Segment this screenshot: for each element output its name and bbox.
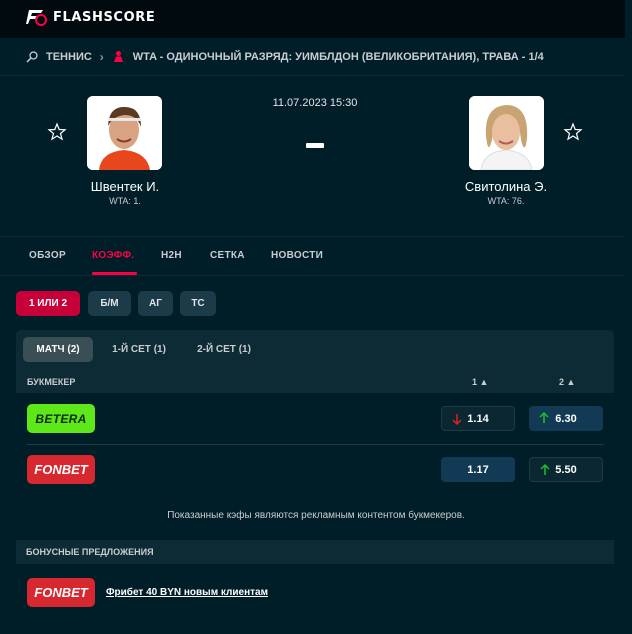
flashscore-logo[interactable]: FLASHSCORE bbox=[26, 8, 155, 26]
away-player-avatar[interactable] bbox=[469, 96, 544, 170]
odd-value: 6.30 bbox=[555, 412, 577, 425]
bonus-section-title: БОНУСНЫЕ ПРЕДЛОЖЕНИЯ bbox=[16, 540, 614, 564]
breadcrumb-sport[interactable]: ТЕННИС bbox=[46, 51, 92, 63]
period-tab-match[interactable]: МАТЧ (2) bbox=[23, 337, 93, 362]
logo-text: FLASHSCORE bbox=[53, 9, 156, 25]
header-col2[interactable]: 2 ▲ bbox=[559, 377, 575, 387]
header-bookmaker: БУКМЕКЕР bbox=[27, 377, 76, 387]
tab-draw[interactable]: СЕТКА bbox=[210, 250, 245, 261]
bet-type-1or2[interactable]: 1 ИЛИ 2 bbox=[16, 291, 80, 316]
favorite-star-icon-home[interactable] bbox=[47, 122, 67, 142]
odd-value: 1.14 bbox=[467, 412, 489, 425]
home-player-rank: WTA: 1. bbox=[109, 196, 141, 206]
match-datetime: 11.07.2023 15:30 bbox=[272, 97, 358, 109]
betera-logo[interactable]: BETERA bbox=[27, 404, 95, 433]
home-player-name[interactable]: Швентек И. bbox=[45, 179, 205, 194]
bet-type-over-under[interactable]: Б/М bbox=[88, 291, 131, 316]
score-dash bbox=[306, 143, 324, 148]
odds-row: FONBET 1.17 5.50 bbox=[27, 445, 604, 495]
tab-overview[interactable]: ОБЗОР bbox=[29, 250, 66, 261]
match-header: Швентек И. WTA: 1. 11.07.2023 15:30 Свит… bbox=[0, 76, 625, 236]
tab-h2h[interactable]: H2H bbox=[161, 250, 182, 261]
away-player-rank: WTA: 76. bbox=[487, 196, 525, 206]
favorite-star-icon-away[interactable] bbox=[563, 122, 583, 142]
odd-away[interactable]: 5.50 bbox=[529, 457, 603, 482]
home-player-avatar[interactable] bbox=[87, 96, 162, 170]
odd-home[interactable]: 1.17 bbox=[441, 457, 515, 482]
tab-news[interactable]: НОВОСТИ bbox=[271, 250, 323, 261]
odd-value: 5.50 bbox=[555, 463, 577, 476]
odds-disclaimer: Показанные кэфы являются рекламным конте… bbox=[167, 510, 465, 521]
flashscore-logo-icon bbox=[26, 10, 47, 26]
odds-table-header: БУКМЕКЕР 1 ▲ 2 ▲ bbox=[16, 370, 614, 393]
bet-type-handicap[interactable]: АГ bbox=[138, 291, 173, 316]
period-tab-set2[interactable]: 2-Й СЕТ (1) bbox=[189, 337, 259, 362]
top-bar: FLASHSCORE bbox=[0, 0, 625, 38]
odd-value: 1.17 bbox=[467, 463, 489, 476]
header-col1[interactable]: 1 ▲ bbox=[472, 377, 488, 387]
tennis-racket-icon bbox=[26, 50, 38, 63]
bet-type-correct-score[interactable]: ТС bbox=[180, 291, 216, 316]
arrow-down-icon bbox=[452, 414, 462, 426]
bookmaker-name: FONBET bbox=[34, 462, 88, 477]
active-tab-indicator bbox=[92, 272, 137, 275]
odds-row: BETERA 1.14 6.30 bbox=[27, 394, 604, 444]
arrow-up-icon bbox=[539, 411, 549, 423]
period-tabs: МАТЧ (2) 1-Й СЕТ (1) 2-Й СЕТ (1) bbox=[16, 330, 614, 370]
breadcrumb-tournament[interactable]: WTA - ОДИНОЧНЫЙ РАЗРЯД: УИМБЛДОН (ВЕЛИКО… bbox=[133, 51, 544, 63]
female-player-icon bbox=[113, 51, 123, 62]
odd-away[interactable]: 6.30 bbox=[529, 406, 603, 431]
bookmaker-name: FONBET bbox=[34, 585, 88, 600]
chevron-right-icon: › bbox=[99, 49, 104, 64]
tab-odds[interactable]: КОЭФФ. bbox=[92, 250, 134, 261]
bonus-offer[interactable]: FONBET Фрибет 40 BYN новым клиентам bbox=[27, 578, 604, 608]
fonbet-logo[interactable]: FONBET bbox=[27, 455, 95, 484]
arrow-up-icon bbox=[540, 463, 550, 475]
breadcrumb: ТЕННИС › WTA - ОДИНОЧНЫЙ РАЗРЯД: УИМБЛДО… bbox=[0, 38, 625, 76]
fonbet-logo[interactable]: FONBET bbox=[27, 578, 95, 607]
bookmaker-name: BETERA bbox=[35, 411, 87, 426]
period-tab-set1[interactable]: 1-Й СЕТ (1) bbox=[104, 337, 174, 362]
away-player-name[interactable]: Свитолина Э. bbox=[426, 179, 586, 194]
bonus-offer-link[interactable]: Фрибет 40 BYN новым клиентам bbox=[106, 587, 268, 598]
odd-home[interactable]: 1.14 bbox=[441, 406, 515, 431]
match-tabs: ОБЗОР КОЭФФ. H2H СЕТКА НОВОСТИ bbox=[0, 236, 625, 276]
